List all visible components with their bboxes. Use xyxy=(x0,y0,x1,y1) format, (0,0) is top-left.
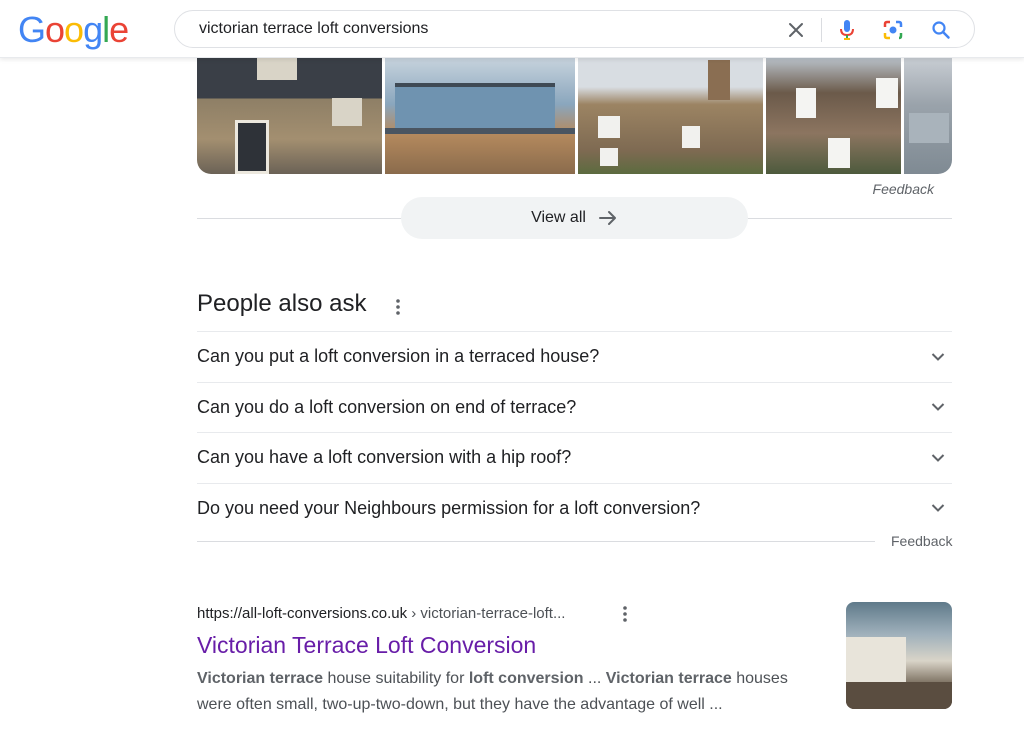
snippet-bold: loft conversion xyxy=(468,670,584,687)
image-result-thumbnail[interactable] xyxy=(904,58,952,174)
window-shape xyxy=(796,88,817,118)
image-results-strip xyxy=(197,58,952,174)
image-result-thumbnail[interactable] xyxy=(766,58,902,174)
paa-question[interactable]: Can you do a loft conversion on end of t… xyxy=(197,381,952,433)
google-logo[interactable]: Google xyxy=(18,9,129,50)
result-domain: https://all-loft-conversions.co.uk xyxy=(197,605,408,622)
glass-extension xyxy=(394,83,555,128)
result-thumbnail-image[interactable] xyxy=(846,602,952,709)
people-also-ask-heading: People also ask xyxy=(197,290,367,317)
dormer-window xyxy=(257,58,297,80)
search-divider xyxy=(821,18,822,42)
logo-letter-o1: o xyxy=(45,9,65,50)
paa-question[interactable]: Can you put a loft conversion in a terra… xyxy=(197,331,952,382)
chevron-down-icon xyxy=(926,446,950,470)
railing xyxy=(384,128,576,134)
more-vert-icon xyxy=(396,299,400,315)
microphone-icon xyxy=(840,20,854,40)
result-snippet: Victorian terrace house suitability for … xyxy=(197,666,807,718)
more-vert-icon xyxy=(623,606,627,622)
window-shape xyxy=(828,138,851,168)
paa-question-text: Can you do a loft conversion on end of t… xyxy=(197,396,577,417)
camera-lens-icon xyxy=(883,20,903,40)
image-result-thumbnail[interactable] xyxy=(384,58,576,174)
search-icon xyxy=(932,21,950,39)
close-icon xyxy=(789,23,803,37)
paa-question-text: Can you have a loft conversion with a hi… xyxy=(197,447,572,468)
logo-letter-e: e xyxy=(109,9,129,50)
arrow-right-icon xyxy=(598,211,616,225)
snippet-bold: Victorian terrace xyxy=(197,670,323,687)
window-shape xyxy=(235,120,269,174)
voice-search-button[interactable] xyxy=(834,17,860,43)
images-feedback-link[interactable]: Feedback xyxy=(873,181,934,197)
view-all-button[interactable]: View all xyxy=(401,197,748,239)
snippet-text: ... xyxy=(583,670,606,687)
search-submit-button[interactable] xyxy=(928,17,954,43)
chevron-down-icon xyxy=(926,395,950,419)
search-box[interactable] xyxy=(174,10,975,48)
result-url[interactable]: https://all-loft-conversions.co.uk › vic… xyxy=(197,605,565,622)
window-shape xyxy=(876,78,899,108)
image-search-button[interactable] xyxy=(880,17,906,43)
logo-letter-o2: o xyxy=(64,9,84,50)
snippet-text: house suitability for xyxy=(323,670,469,687)
chevron-down-icon xyxy=(926,496,950,520)
paa-feedback-link[interactable]: Feedback xyxy=(891,533,952,549)
window-shape xyxy=(598,116,621,138)
logo-letter-g2: g xyxy=(83,9,103,50)
paa-question[interactable]: Can you have a loft conversion with a hi… xyxy=(197,432,952,483)
chimney xyxy=(708,60,731,100)
people-also-ask-list: Can you put a loft conversion in a terra… xyxy=(197,331,952,533)
window-shape xyxy=(600,148,619,166)
window-shape xyxy=(332,98,362,126)
logo-letter-g: G xyxy=(18,9,46,50)
search-header: Google xyxy=(0,0,1024,58)
view-all-label: View all xyxy=(531,209,586,226)
street xyxy=(846,682,952,709)
window-shape xyxy=(682,126,701,148)
paa-question[interactable]: Do you need your Neighbours permission f… xyxy=(197,482,952,534)
image-result-thumbnail[interactable] xyxy=(578,58,764,174)
paa-bottom-divider xyxy=(197,541,875,542)
result-title-link[interactable]: Victorian Terrace Loft Conversion xyxy=(197,632,536,659)
image-result-thumbnail[interactable] xyxy=(197,58,382,174)
result-more-button[interactable] xyxy=(615,603,635,625)
clear-search-button[interactable] xyxy=(783,17,809,43)
result-breadcrumb: › victorian-terrace-loft... xyxy=(407,605,566,622)
chevron-down-icon xyxy=(926,345,950,369)
terrace-facade xyxy=(846,637,906,682)
paa-question-text: Can you put a loft conversion in a terra… xyxy=(197,346,600,367)
people-also-ask-more-button[interactable] xyxy=(388,295,408,319)
search-input[interactable] xyxy=(199,11,759,47)
snippet-bold: Victorian terrace xyxy=(605,670,732,687)
window-shape xyxy=(909,113,950,143)
paa-question-text: Do you need your Neighbours permission f… xyxy=(197,497,701,518)
